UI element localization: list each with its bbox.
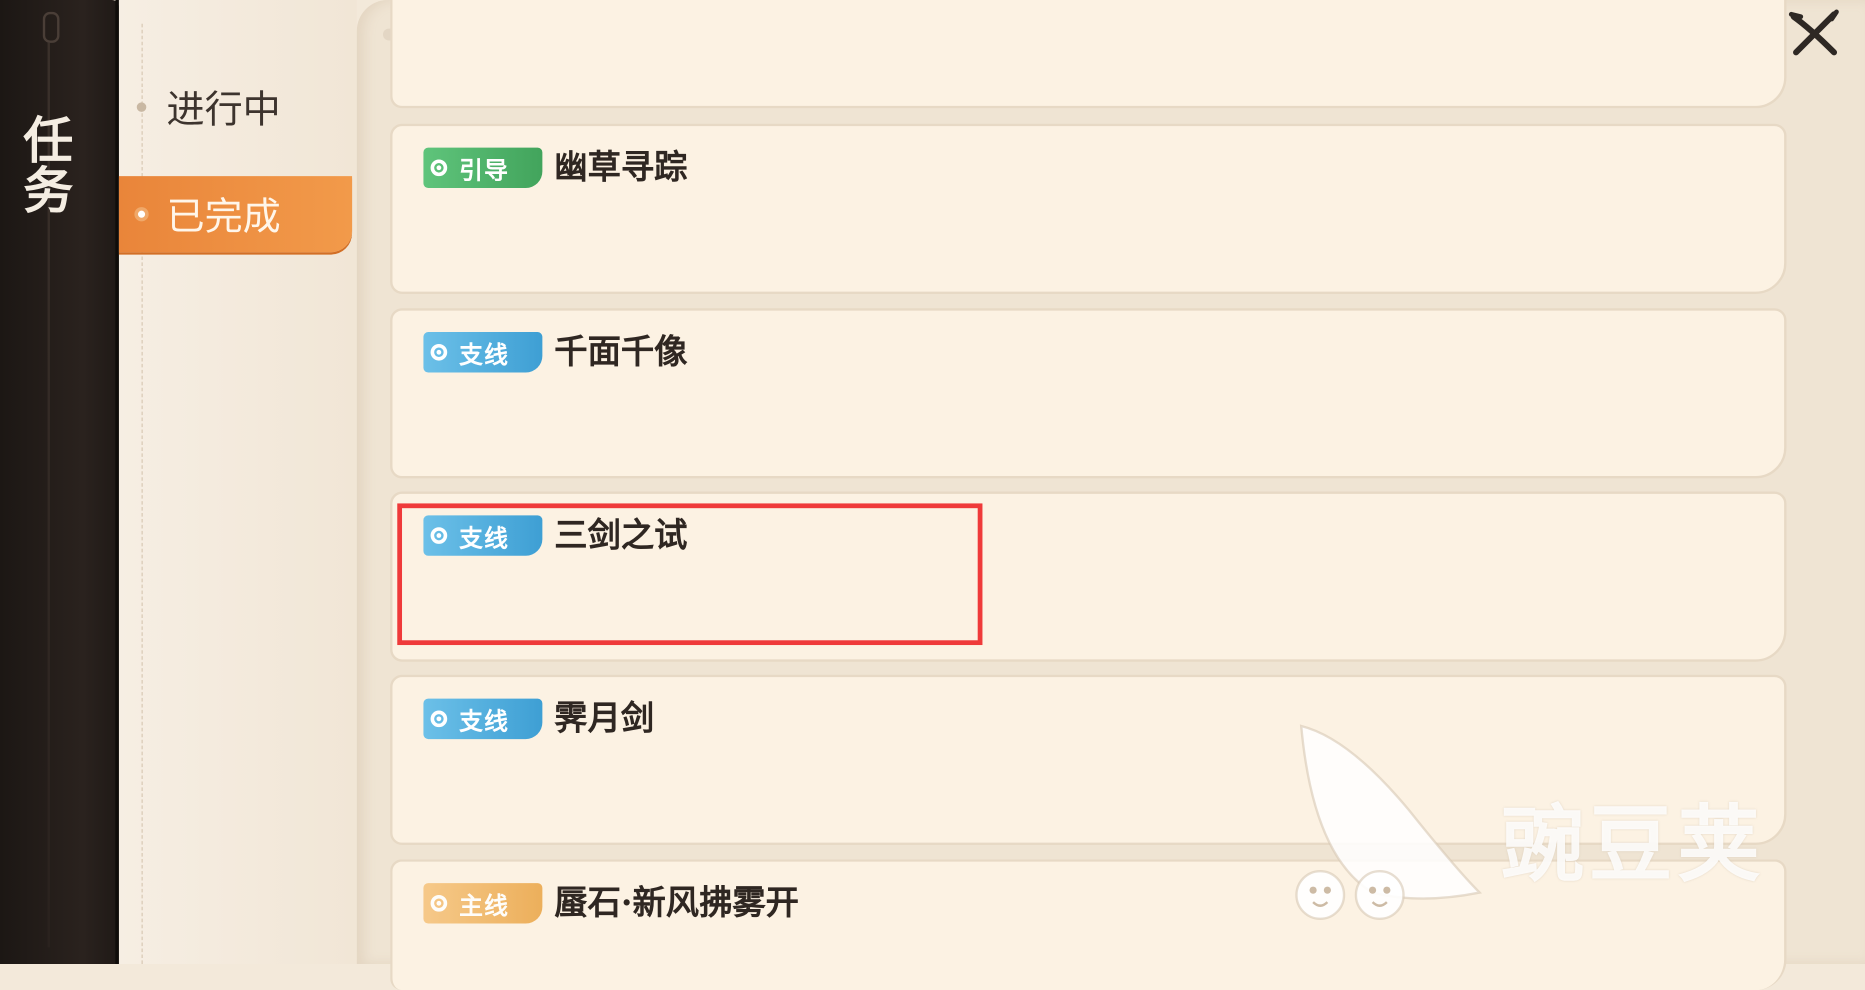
quest-tag-side: 支线 [423,332,543,373]
title-panel: 任务 [0,0,119,964]
quest-tag-main: 主线 [423,883,543,924]
tab-guide-line [141,23,144,964]
close-button[interactable] [1786,5,1841,60]
watermark-logo-icon [1295,724,1483,920]
quest-tag-side: 支线 [423,698,543,740]
quest-title: 蜃石·新风拂雾开 [554,883,799,923]
quest-tag-guide: 引导 [423,147,543,189]
close-x-icon [1788,9,1839,56]
tab-label: 进行中 [166,86,281,133]
target-ring-icon [430,343,448,361]
panel-ornament-icon [42,11,60,43]
target-ring-icon [430,894,448,912]
page-title: 任务 [15,114,74,215]
quest-tabs: 进行中 已完成 [118,0,357,964]
quest-card[interactable]: 引导 幽草寻踪 [390,123,1787,294]
quest-title: 幽草寻踪 [554,147,688,187]
tab-label: 已完成 [166,193,281,240]
target-ring-icon [430,710,448,728]
tab-completed[interactable]: 已完成 [118,176,353,253]
tab-in-progress[interactable]: 进行中 [119,69,352,145]
target-ring-icon [430,159,448,177]
quest-title: 霁月剑 [554,698,655,738]
watermark-text: 豌豆荚 [1501,796,1766,894]
quest-card[interactable]: 支线 千面千像 [390,308,1787,479]
quest-title: 千面千像 [554,332,688,372]
tab-bullet-icon [136,102,147,112]
tab-bullet-icon [134,207,149,222]
quest-card-partial[interactable] [390,0,1787,109]
quest-screen: 任务 进行中 已完成 引导 幽草寻踪 支线 千面千像 支线 三剑之试 支线 霁月… [0,0,1865,990]
highlight-annotation-box [397,503,983,646]
